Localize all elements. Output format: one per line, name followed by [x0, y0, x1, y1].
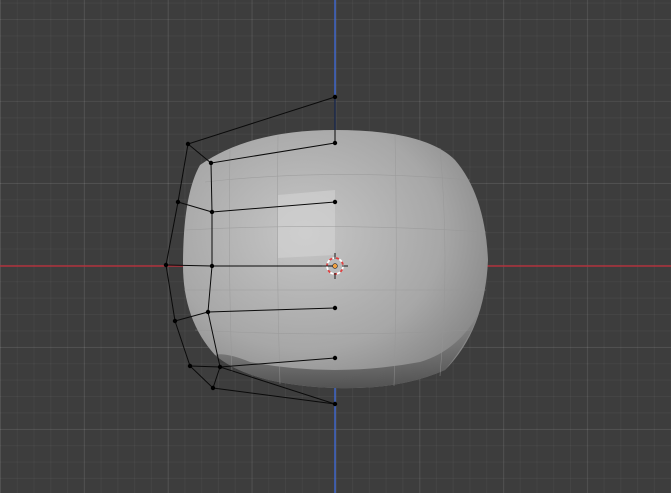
3d-viewport[interactable] — [0, 0, 671, 493]
vertex[interactable] — [163, 262, 169, 268]
vertex[interactable] — [175, 199, 181, 205]
vertex[interactable] — [209, 209, 215, 215]
mesh-object[interactable] — [183, 130, 488, 389]
vertex[interactable] — [187, 363, 193, 369]
vertex[interactable] — [217, 364, 223, 370]
vertex[interactable] — [172, 318, 178, 324]
vertex[interactable] — [332, 305, 338, 311]
viewport-scene[interactable] — [0, 0, 671, 493]
mesh-highlight — [278, 190, 335, 258]
vertex[interactable] — [185, 141, 191, 147]
vertex[interactable] — [332, 355, 338, 361]
vertex[interactable] — [208, 160, 214, 166]
vertex[interactable] — [332, 94, 338, 100]
object-origin-icon — [332, 263, 338, 269]
vertex[interactable] — [332, 401, 338, 407]
vertex[interactable] — [332, 199, 338, 205]
vertex[interactable] — [205, 309, 211, 315]
vertex[interactable] — [332, 140, 338, 146]
vertex[interactable] — [209, 263, 215, 269]
vertex[interactable] — [210, 385, 216, 391]
